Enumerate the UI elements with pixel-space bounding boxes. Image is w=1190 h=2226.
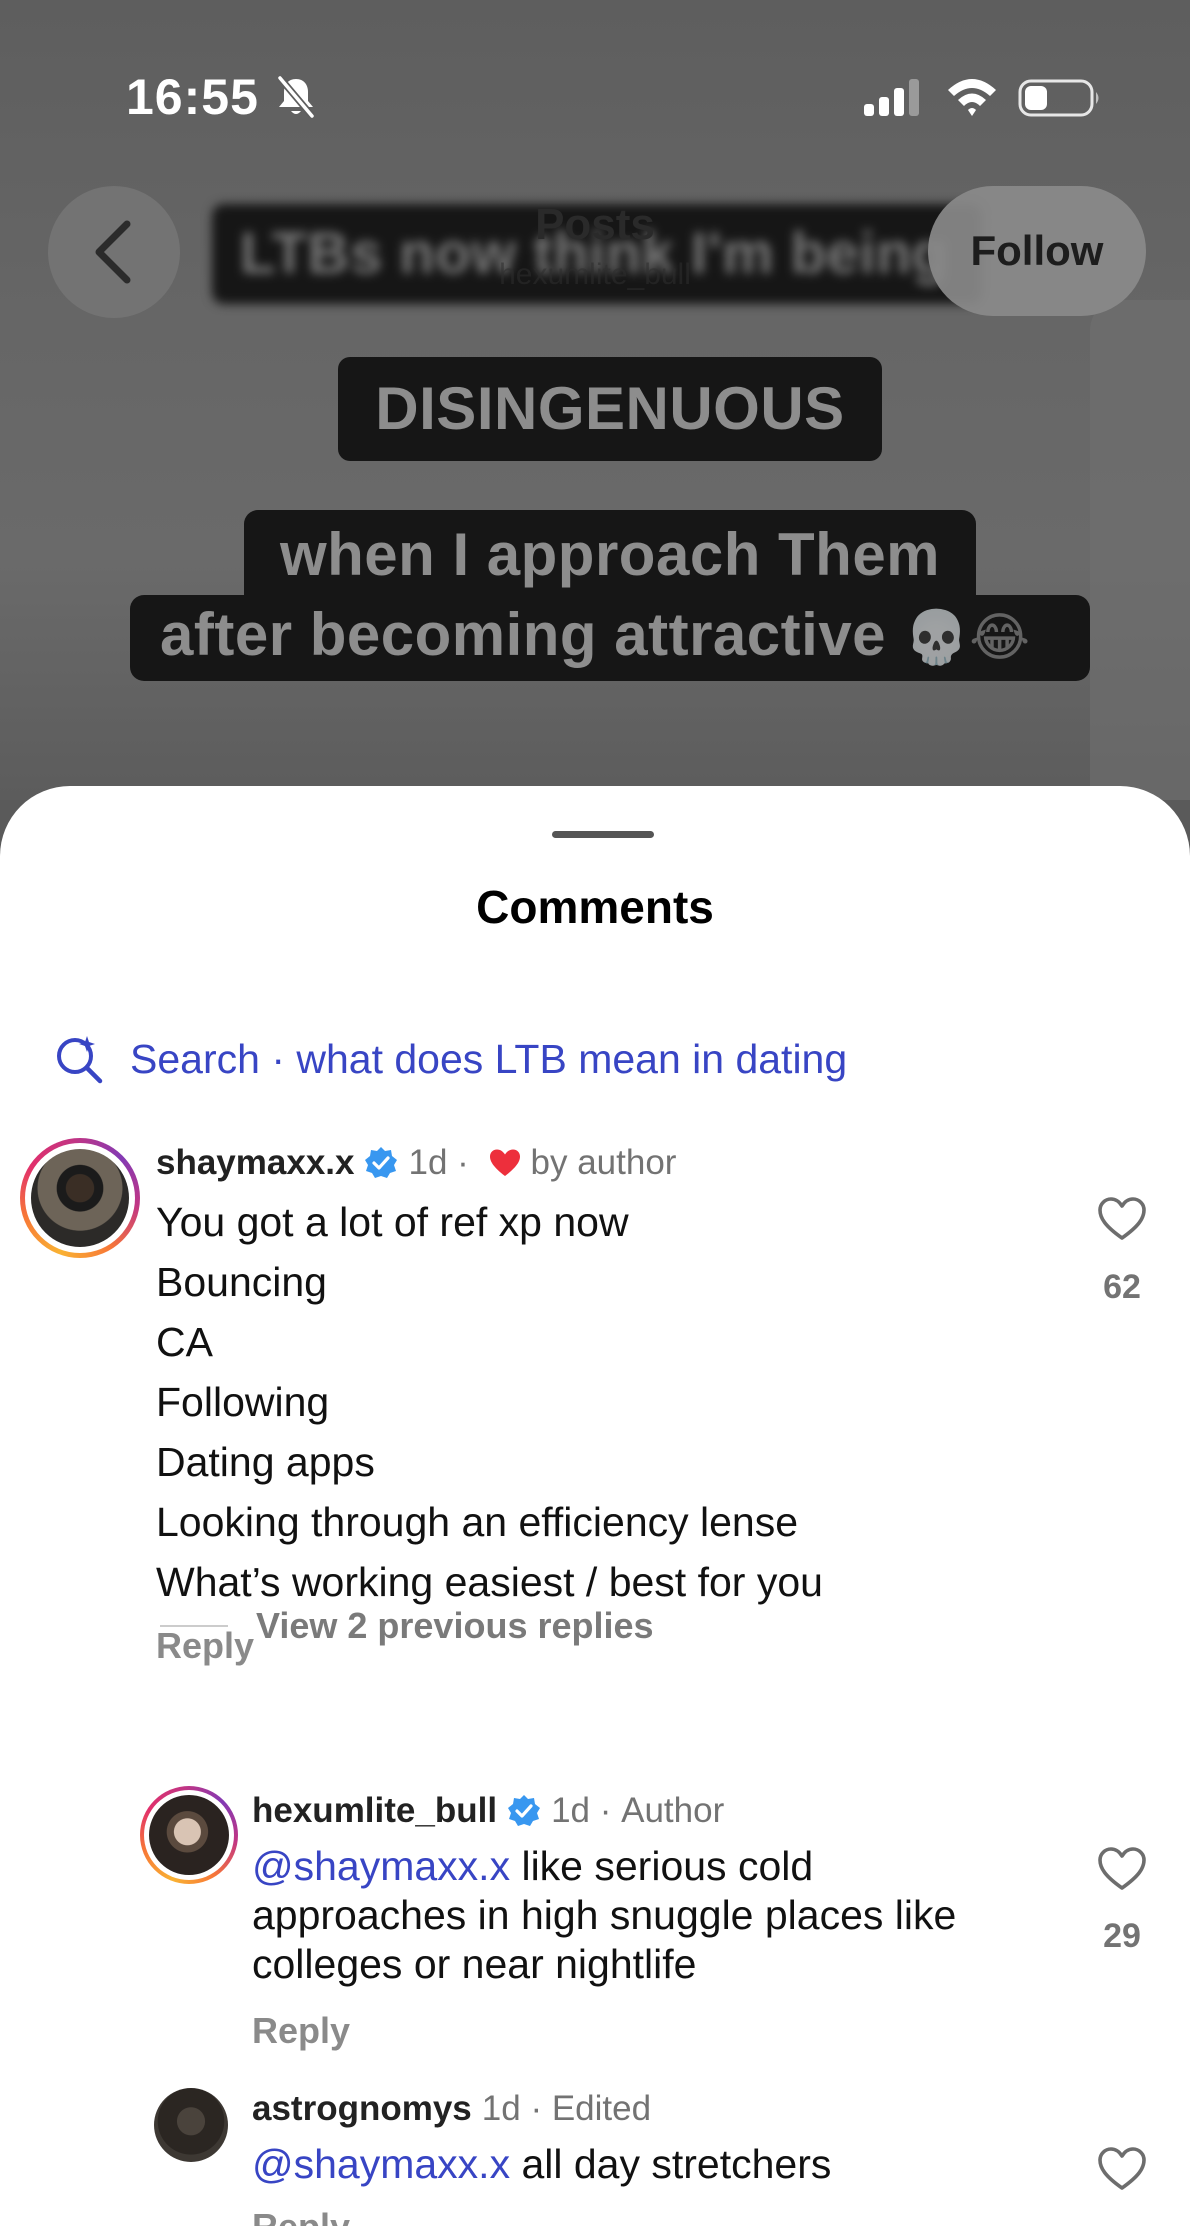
view-replies-label: View 2 previous replies xyxy=(256,1605,654,1646)
comment-text-line: CA xyxy=(156,1319,213,1365)
comment-text-line: Looking through an efficiency lense xyxy=(156,1499,799,1545)
comment-text-line: Following xyxy=(156,1379,330,1425)
view-previous-replies-button[interactable]: View 2 previous replies xyxy=(160,1605,654,1647)
liked-by-author-label: by author xyxy=(530,1143,677,1182)
reply-button[interactable]: Reply xyxy=(252,2010,350,2052)
comment-text-line: like serious cold xyxy=(510,1843,814,1889)
status-bar: 16:55 xyxy=(0,0,1190,150)
comment-time: 1d xyxy=(551,1791,590,1830)
post-caption-line-4: after becoming attractive 💀😂 xyxy=(130,595,1090,681)
bell-slash-icon xyxy=(277,75,315,119)
avatar xyxy=(31,1149,129,1247)
like-button[interactable] xyxy=(1094,1846,1150,1892)
like-count: 62 xyxy=(1103,1268,1141,1306)
avatar-story-ring[interactable] xyxy=(20,1138,140,1258)
post-caption-line-4-text: after becoming attractive xyxy=(160,601,887,668)
comment-username[interactable]: hexumlite_bull xyxy=(252,1791,497,1831)
comment-2-header: hexumlite_bull 1d · Author xyxy=(252,1788,724,1834)
heart-filled-icon xyxy=(489,1149,520,1176)
heart-outline-icon xyxy=(1098,1197,1146,1240)
mention-link[interactable]: @shaymaxx.x xyxy=(252,1843,510,1889)
battery-low-icon xyxy=(1018,79,1099,117)
post-caption-line-2: DISINGENUOUS xyxy=(338,357,882,461)
edited-label: Edited xyxy=(551,2089,652,2128)
sheet-grabber[interactable] xyxy=(552,831,654,838)
meta-separator: · xyxy=(447,1143,479,1182)
comment-3-text: @shaymaxx.x all day stretchers xyxy=(252,2140,1052,2189)
comment-time: 1d xyxy=(408,1143,448,1182)
meta-separator: · xyxy=(520,2089,552,2128)
verified-badge-icon xyxy=(508,1795,541,1826)
mention-link[interactable]: @shaymaxx.x xyxy=(252,2141,510,2187)
status-time: 16:55 xyxy=(126,69,259,125)
author-badge: Author xyxy=(621,1791,725,1830)
comment-1-text: You got a lot of ref xp now Bouncing CA … xyxy=(156,1192,1036,1612)
comment-text-line: approaches in high snuggle places like xyxy=(252,1892,957,1938)
comment-1-header: shaymaxx.x 1d · by author xyxy=(156,1140,676,1186)
avatar xyxy=(149,1795,229,1875)
search-query: what does LTB mean in dating xyxy=(296,1035,848,1082)
comment-text-line: Dating apps xyxy=(156,1439,375,1485)
like-button[interactable] xyxy=(1094,1196,1150,1242)
like-button[interactable] xyxy=(1094,2146,1150,2192)
search-sparkle-icon xyxy=(57,1036,103,1084)
comment-text-line: You got a lot of ref xp now xyxy=(156,1199,629,1245)
comment-3-header: astrognomys 1d · Edited xyxy=(252,2086,651,2132)
reply-button[interactable]: Reply xyxy=(252,2206,350,2226)
verified-badge-icon xyxy=(365,1147,398,1178)
meta-separator: · xyxy=(590,1791,622,1830)
thread-divider xyxy=(160,1625,228,1627)
heart-outline-icon xyxy=(1098,2147,1146,2190)
comment-2-text: @shaymaxx.x like serious cold approaches… xyxy=(252,1842,1052,1989)
follow-button[interactable]: Follow xyxy=(928,186,1146,316)
search-separator: · xyxy=(259,1035,297,1082)
avatar-story-ring[interactable] xyxy=(140,1786,238,1884)
wifi-icon xyxy=(948,79,996,116)
post-caption-line-3: when I approach Them xyxy=(244,510,976,598)
comment-text-line: Bouncing xyxy=(156,1259,327,1305)
heart-outline-icon xyxy=(1098,1847,1146,1890)
comment-text-line: What’s working easiest / best for you xyxy=(156,1559,823,1605)
comment-username[interactable]: shaymaxx.x xyxy=(156,1143,354,1183)
caption-emoji: 💀😂 xyxy=(904,609,1031,667)
comment-username[interactable]: astrognomys xyxy=(252,2089,472,2129)
like-count: 29 xyxy=(1103,1917,1141,1955)
search-suggestion[interactable]: Search · what does LTB mean in dating xyxy=(54,1029,847,1089)
comment-time: 1d xyxy=(481,2089,521,2128)
comment-text-line: all day stretchers xyxy=(510,2141,832,2187)
comment-text-line: colleges or near nightlife xyxy=(252,1941,697,1987)
signal-bars-icon xyxy=(864,79,919,116)
comments-title: Comments xyxy=(476,881,714,933)
search-prefix: Search xyxy=(130,1035,260,1082)
avatar[interactable] xyxy=(154,2088,228,2162)
